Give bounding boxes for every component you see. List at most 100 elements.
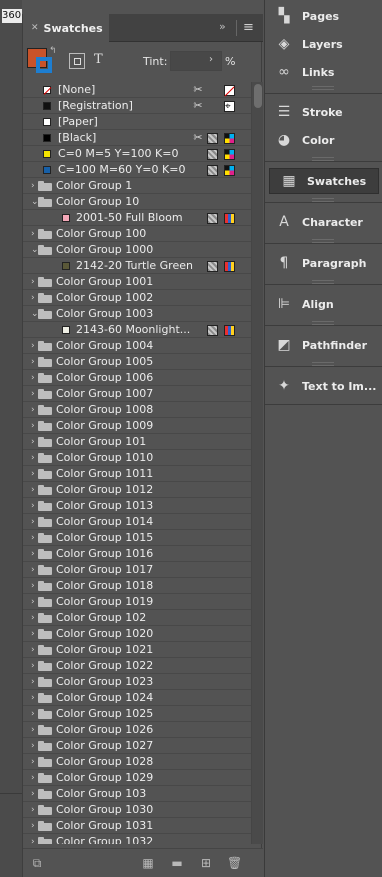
chevron-right-icon[interactable]: › — [31, 706, 35, 722]
chevron-right-icon[interactable]: › — [31, 594, 35, 610]
color-group-row[interactable]: › Color Group 1006 — [23, 370, 251, 386]
dock-item-pathfinder[interactable]: ◩ Pathfinder — [265, 332, 382, 358]
dock-item-links[interactable]: ∞ Links — [265, 59, 382, 85]
chevron-right-icon[interactable]: › — [31, 642, 35, 658]
color-group-row[interactable]: › Color Group 1008 — [23, 402, 251, 418]
new-swatch-icon[interactable]: ⊞ — [199, 856, 213, 870]
color-group-row[interactable]: › Color Group 1007 — [23, 386, 251, 402]
dock-item-swatches[interactable]: ▦ Swatches — [269, 168, 379, 194]
chevron-right-icon[interactable]: › — [31, 754, 35, 770]
chevron-right-icon[interactable]: › — [31, 658, 35, 674]
chevron-right-icon[interactable]: › — [31, 626, 35, 642]
chevron-right-icon[interactable]: › — [31, 290, 35, 306]
swatch-row[interactable]: [None] ✂ — [23, 82, 251, 98]
dock-item-text-to-im[interactable]: ✦ Text to Im... — [265, 373, 382, 399]
color-group-row[interactable]: › Color Group 1001 — [23, 274, 251, 290]
color-group-row[interactable]: › Color Group 1018 — [23, 578, 251, 594]
color-group-row[interactable]: › Color Group 1014 — [23, 514, 251, 530]
color-group-row[interactable]: › Color Group 1010 — [23, 450, 251, 466]
chevron-right-icon[interactable]: › — [31, 482, 35, 498]
chevron-right-icon[interactable]: › — [31, 370, 35, 386]
chevron-right-icon[interactable]: › — [31, 722, 35, 738]
chevron-right-icon[interactable]: › — [31, 786, 35, 802]
color-group-row[interactable]: › Color Group 1021 — [23, 642, 251, 658]
color-group-row[interactable]: › Color Group 1005 — [23, 354, 251, 370]
show-swatch-kinds-icon[interactable]: ⧉ — [30, 856, 44, 870]
chevron-right-icon[interactable]: › — [31, 274, 35, 290]
chevron-right-icon[interactable]: › — [31, 674, 35, 690]
color-group-row[interactable]: › Color Group 1026 — [23, 722, 251, 738]
chevron-right-icon[interactable]: › — [31, 354, 35, 370]
chevron-right-icon[interactable]: › — [31, 418, 35, 434]
chevron-right-icon[interactable]: › — [209, 54, 213, 65]
chevron-right-icon[interactable]: › — [31, 802, 35, 818]
swatch-row[interactable]: C=0 M=5 Y=100 K=0 — [23, 146, 251, 162]
color-group-row[interactable]: › Color Group 1032 — [23, 834, 251, 844]
dock-item-color[interactable]: ◕ Color — [265, 127, 382, 153]
color-group-row[interactable]: › Color Group 1025 — [23, 706, 251, 722]
chevron-right-icon[interactable]: › — [31, 226, 35, 242]
formatting-text-button[interactable]: T — [94, 52, 103, 67]
color-group-row[interactable]: ⌄ Color Group 10 — [23, 194, 251, 210]
dock-item-paragraph[interactable]: ¶ Paragraph — [265, 250, 382, 276]
scrollbar[interactable] — [251, 82, 263, 844]
swatch-row[interactable]: 2001-50 Full Bloom — [23, 210, 251, 226]
color-group-row[interactable]: › Color Group 101 — [23, 434, 251, 450]
color-group-row[interactable]: › Color Group 1012 — [23, 482, 251, 498]
color-group-row[interactable]: › Color Group 1004 — [23, 338, 251, 354]
delete-icon[interactable]: 🗑 — [227, 856, 242, 870]
color-group-row[interactable]: › Color Group 1002 — [23, 290, 251, 306]
scroll-thumb[interactable] — [254, 84, 262, 108]
color-group-row[interactable]: › Color Group 1 — [23, 178, 251, 194]
color-group-row[interactable]: › Color Group 1011 — [23, 466, 251, 482]
color-group-row[interactable]: › Color Group 1013 — [23, 498, 251, 514]
close-icon[interactable]: ✕ — [31, 23, 39, 33]
swatch-row[interactable]: [Paper] — [23, 114, 251, 130]
swatch-row[interactable]: 2143-60 Moonlight... — [23, 322, 251, 338]
color-group-row[interactable]: › Color Group 103 — [23, 786, 251, 802]
color-group-row[interactable]: › Color Group 1024 — [23, 690, 251, 706]
color-group-row[interactable]: › Color Group 1029 — [23, 770, 251, 786]
chevron-right-icon[interactable]: › — [31, 834, 35, 844]
color-group-row[interactable]: › Color Group 1030 — [23, 802, 251, 818]
chevron-right-icon[interactable]: › — [31, 818, 35, 834]
chevron-right-icon[interactable]: › — [31, 514, 35, 530]
color-group-row[interactable]: ⌄ Color Group 1003 — [23, 306, 251, 322]
stroke-swatch[interactable] — [36, 57, 52, 73]
chevron-right-icon[interactable]: › — [31, 530, 35, 546]
chevron-right-icon[interactable]: › — [31, 546, 35, 562]
swatch-row[interactable]: [Registration] ✂ — [23, 98, 251, 115]
swatch-views-icon[interactable]: ▦ — [141, 856, 155, 870]
tab-swatches[interactable]: ✕ Swatches — [23, 14, 109, 42]
chevron-right-icon[interactable]: › — [31, 498, 35, 514]
dock-item-align[interactable]: ⊫ Align — [265, 291, 382, 317]
swatch-row[interactable]: [Black] ✂ — [23, 130, 251, 146]
formatting-container-button[interactable] — [69, 53, 85, 69]
chevron-right-icon[interactable]: › — [31, 562, 35, 578]
chevron-right-icon[interactable]: › — [31, 386, 35, 402]
chevron-right-icon[interactable]: › — [31, 338, 35, 354]
color-group-row[interactable]: › Color Group 1023 — [23, 674, 251, 690]
swatch-row[interactable]: 2142-20 Turtle Green — [23, 258, 251, 274]
color-group-row[interactable]: › Color Group 1015 — [23, 530, 251, 546]
color-group-row[interactable]: › Color Group 1022 — [23, 658, 251, 674]
color-group-row[interactable]: › Color Group 1009 — [23, 418, 251, 434]
chevron-right-icon[interactable]: › — [31, 738, 35, 754]
chevron-right-icon[interactable]: › — [31, 178, 35, 194]
color-group-row[interactable]: › Color Group 102 — [23, 610, 251, 626]
new-color-group-icon[interactable]: ▬ — [170, 856, 184, 870]
fill-stroke-widget[interactable]: ↰ — [27, 46, 57, 76]
color-group-row[interactable]: › Color Group 1027 — [23, 738, 251, 754]
color-group-row[interactable]: › Color Group 100 — [23, 226, 251, 242]
collapse-icon[interactable]: » — [219, 20, 226, 33]
dock-item-character[interactable]: A Character — [265, 209, 382, 235]
chevron-right-icon[interactable]: › — [31, 402, 35, 418]
color-group-row[interactable]: › Color Group 1020 — [23, 626, 251, 642]
color-group-row[interactable]: › Color Group 1019 — [23, 594, 251, 610]
color-group-row[interactable]: › Color Group 1028 — [23, 754, 251, 770]
color-group-row[interactable]: ⌄ Color Group 1000 — [23, 242, 251, 258]
chevron-right-icon[interactable]: › — [31, 578, 35, 594]
color-group-row[interactable]: › Color Group 1017 — [23, 562, 251, 578]
tint-input[interactable] — [170, 51, 222, 71]
chevron-right-icon[interactable]: › — [31, 610, 35, 626]
